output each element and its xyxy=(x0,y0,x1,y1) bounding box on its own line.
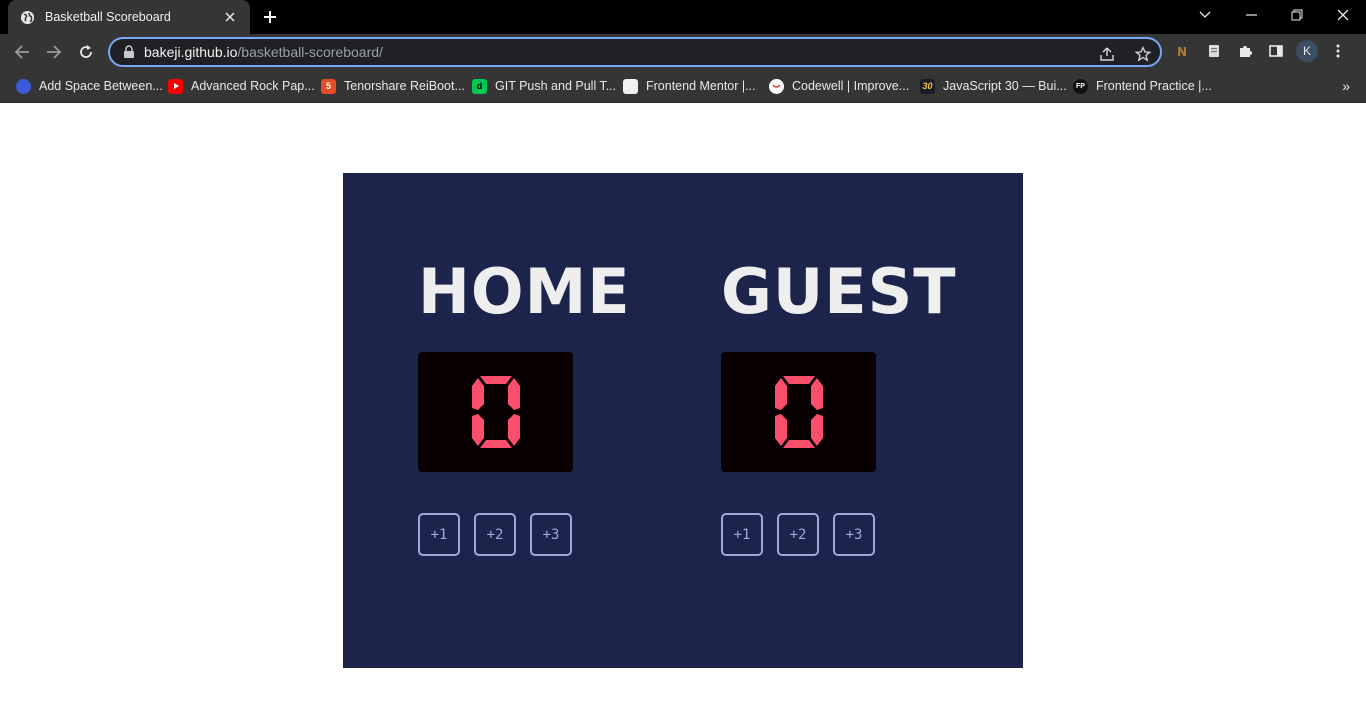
score-segment-e xyxy=(774,414,787,446)
bookmark-item[interactable]: Codewell | Improve... xyxy=(769,77,909,95)
scoreboard: HOME +1 +2 +3 GUEST +1 +2 +3 xyxy=(343,173,1023,668)
score-segment-d xyxy=(479,440,512,448)
score-segment-f xyxy=(471,378,484,410)
score-segment-c xyxy=(507,414,520,446)
home-button-row: +1 +2 +3 xyxy=(418,513,572,556)
tab-title: Basketball Scoreboard xyxy=(45,10,171,24)
score-segment-e xyxy=(471,414,484,446)
score-segment-d xyxy=(782,440,815,448)
bookmark-item[interactable]: 30 JavaScript 30 — Bui... xyxy=(920,77,1067,95)
svg-text:N: N xyxy=(1177,45,1187,59)
share-icon[interactable] xyxy=(1096,43,1118,65)
profile-avatar[interactable]: K xyxy=(1296,40,1318,62)
bookmark-label: Codewell | Improve... xyxy=(792,79,910,93)
browser-toolbar: bakeji.github.io/basketball-scoreboard/ … xyxy=(0,34,1366,70)
codewell-icon xyxy=(769,78,784,94)
reload-icon[interactable] xyxy=(74,40,98,64)
restore-icon[interactable] xyxy=(1274,0,1320,30)
score-segment-a xyxy=(479,376,512,384)
bookmark-label: Advanced Rock Pap... xyxy=(191,79,315,93)
back-arrow-icon[interactable] xyxy=(10,40,34,64)
tab-search-icon[interactable] xyxy=(1182,0,1228,30)
bookmark-item[interactable]: Advanced Rock Pap... xyxy=(168,77,315,95)
fp-icon: FP xyxy=(1073,78,1088,94)
html5-icon: 5 xyxy=(321,78,336,94)
forward-arrow-icon[interactable] xyxy=(42,40,66,64)
bookmark-item[interactable]: d GIT Push and Pull T... xyxy=(472,77,616,95)
bookmark-item[interactable]: Frontend Mentor |... xyxy=(623,77,756,95)
minimize-icon[interactable] xyxy=(1228,0,1274,30)
score-segment-b xyxy=(507,378,520,410)
page-content: HOME +1 +2 +3 GUEST +1 +2 +3 xyxy=(0,103,1366,728)
close-window-icon[interactable] xyxy=(1320,0,1366,30)
home-add-3-button[interactable]: +3 xyxy=(530,513,572,556)
bookmark-label: Frontend Mentor |... xyxy=(646,79,756,93)
dev-icon: d xyxy=(472,78,487,94)
score-segment-a xyxy=(782,376,815,384)
home-score-display xyxy=(418,352,573,472)
kebab-menu-icon[interactable] xyxy=(1327,40,1349,62)
guest-add-2-button[interactable]: +2 xyxy=(777,513,819,556)
side-panel-icon[interactable] xyxy=(1265,40,1287,62)
page-icon xyxy=(623,78,638,94)
youtube-icon xyxy=(168,78,183,94)
home-title: HOME xyxy=(418,255,631,328)
bookmark-label: Frontend Practice |... xyxy=(1096,79,1212,93)
guest-add-3-button[interactable]: +3 xyxy=(833,513,875,556)
js30-icon: 30 xyxy=(920,78,935,94)
home-add-1-button[interactable]: +1 xyxy=(418,513,460,556)
globe-icon xyxy=(20,10,35,24)
address-bar[interactable]: bakeji.github.io/basketball-scoreboard/ xyxy=(108,37,1162,67)
bookmarks-bar: Add Space Between... Advanced Rock Pap..… xyxy=(0,70,1366,103)
tab-strip: Basketball Scoreboard xyxy=(0,0,1366,34)
tab-basketball-scoreboard[interactable]: Basketball Scoreboard xyxy=(8,0,250,34)
url-host: bakeji.github.io xyxy=(144,44,238,60)
bookmark-label: Tenorshare ReiBoot... xyxy=(344,79,465,93)
url-path: /basketball-scoreboard/ xyxy=(237,44,383,60)
gear-icon xyxy=(16,78,31,94)
home-score-digit xyxy=(471,376,520,448)
extension-n-icon[interactable]: N xyxy=(1172,40,1194,62)
bookmark-item[interactable]: 5 Tenorshare ReiBoot... xyxy=(321,77,465,95)
score-segment-f xyxy=(774,378,787,410)
guest-add-1-button[interactable]: +1 xyxy=(721,513,763,556)
new-tab-button[interactable] xyxy=(259,7,281,27)
close-tab-icon[interactable] xyxy=(222,9,238,25)
guest-score-display xyxy=(721,352,876,472)
home-add-2-button[interactable]: +2 xyxy=(474,513,516,556)
lock-icon xyxy=(124,45,134,58)
guest-score-digit xyxy=(774,376,823,448)
guest-button-row: +1 +2 +3 xyxy=(721,513,875,556)
puzzle-extensions-icon[interactable] xyxy=(1234,40,1256,62)
bookmark-star-icon[interactable] xyxy=(1132,43,1154,65)
bookmark-item[interactable]: Add Space Between... xyxy=(16,77,163,95)
guest-title: GUEST xyxy=(721,255,957,328)
bookmark-label: Add Space Between... xyxy=(39,79,163,93)
more-bookmarks-icon[interactable]: » xyxy=(1342,78,1350,94)
score-segment-b xyxy=(810,378,823,410)
bookmark-item[interactable]: FP Frontend Practice |... xyxy=(1073,77,1212,95)
bookmark-label: GIT Push and Pull T... xyxy=(495,79,617,93)
score-segment-c xyxy=(810,414,823,446)
bookmark-label: JavaScript 30 — Bui... xyxy=(943,79,1067,93)
document-extension-icon[interactable] xyxy=(1203,40,1225,62)
